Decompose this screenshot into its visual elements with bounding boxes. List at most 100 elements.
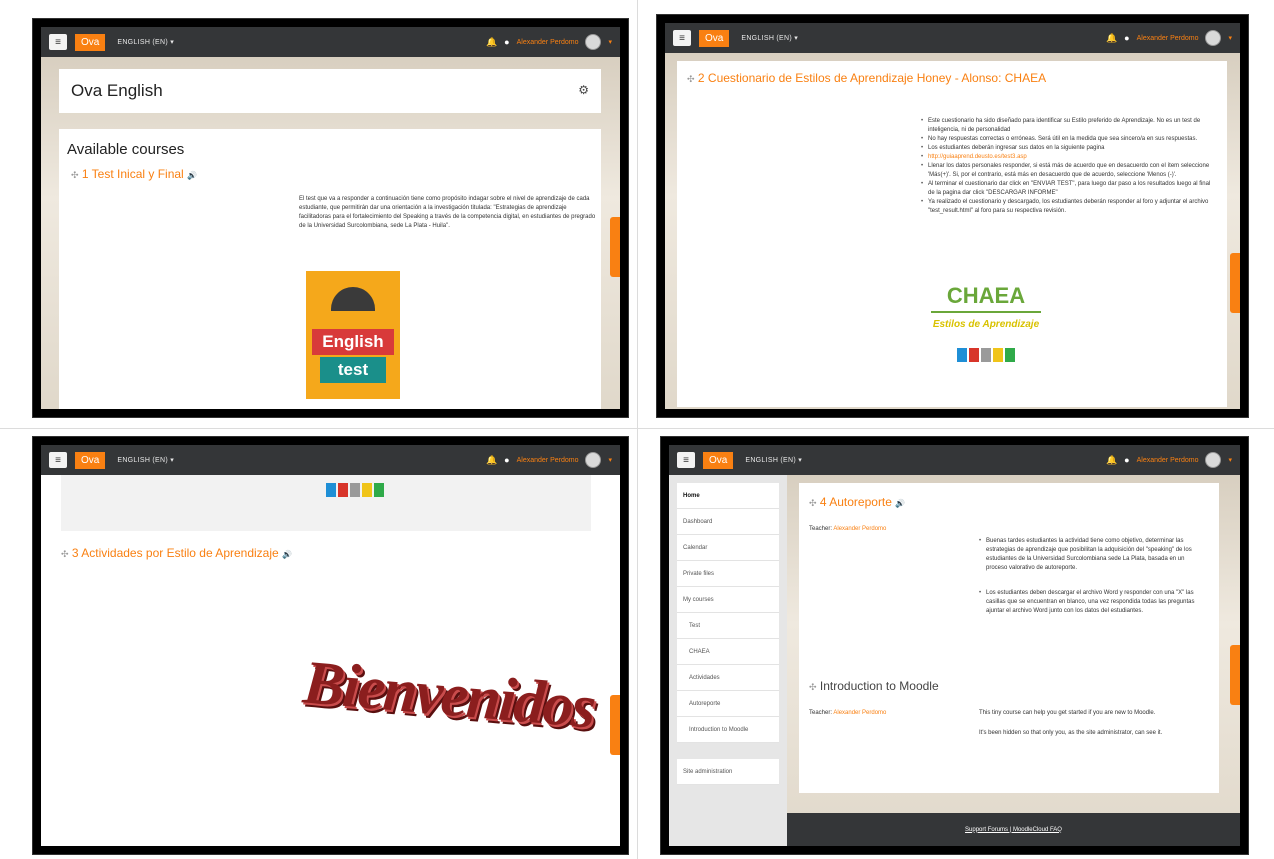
main-content: ✣ 4 Autoreporte 🔊 Teacher: Alexander Per… bbox=[799, 483, 1219, 793]
menu-toggle-button[interactable]: ≡ bbox=[49, 452, 67, 468]
chevron-down-icon[interactable]: ▾ bbox=[1228, 456, 1232, 464]
english-test-image: English test bbox=[306, 271, 400, 399]
image-text-english: English bbox=[312, 329, 394, 355]
side-tab[interactable] bbox=[610, 695, 620, 755]
avatar[interactable] bbox=[585, 34, 602, 50]
side-tab[interactable] bbox=[610, 217, 620, 277]
chevron-down-icon[interactable]: ▾ bbox=[1228, 34, 1232, 42]
chaea-logo: CHAEA Estilos de Aprendizaje bbox=[931, 283, 1041, 362]
section-title-text: Introduction to Moodle bbox=[819, 679, 939, 693]
chevron-down-icon[interactable]: ▾ bbox=[608, 456, 612, 464]
top-navbar: ≡ Ova ENGLISH (EN) ▾ 🔔 ● Alexander Perdo… bbox=[41, 27, 620, 57]
chat-icon[interactable]: ● bbox=[504, 455, 509, 465]
nav-site-administration[interactable]: Site administration bbox=[677, 759, 779, 785]
nav-course-autoreporte[interactable]: Autoreporte bbox=[677, 691, 779, 717]
site-brand[interactable]: Ova bbox=[75, 33, 106, 51]
language-menu[interactable]: ENGLISH (EN) ▾ bbox=[741, 34, 798, 42]
nav-course-chaea[interactable]: CHAEA bbox=[677, 639, 779, 665]
section-title-text: 2 Cuestionario de Estilos de Aprendizaje… bbox=[697, 71, 1047, 85]
avatar[interactable] bbox=[1205, 30, 1222, 46]
section-title[interactable]: ✣ 2 Cuestionario de Estilos de Aprendiza… bbox=[687, 71, 1046, 85]
bell-icon[interactable]: 🔔 bbox=[486, 37, 497, 48]
language-menu[interactable]: ENGLISH (EN) ▾ bbox=[745, 456, 802, 464]
intro-text: This tiny course can help you get starte… bbox=[979, 710, 1156, 716]
page-title: Ova English bbox=[71, 81, 163, 100]
teacher-line: Teacher: Alexander Perdomo bbox=[809, 525, 886, 534]
footer: Support Forums | MoodleCloud FAQ bbox=[787, 813, 1240, 846]
main-content: ✣ 2 Cuestionario de Estilos de Aprendiza… bbox=[677, 61, 1227, 407]
screen: ≡ Ova ENGLISH (EN) ▾ 🔔 ● Alexander Perdo… bbox=[41, 445, 620, 846]
top-navbar: ≡ Ova ENGLISH (EN) ▾ 🔔 ● Alexander Perdo… bbox=[41, 445, 620, 475]
user-name[interactable]: Alexander Perdomo bbox=[1137, 35, 1199, 42]
instructions-list: Este cuestionario ha sido diseñado para … bbox=[921, 117, 1211, 216]
logo-subtitle: Estilos de Aprendizaje bbox=[932, 319, 1040, 330]
admin-block: Site administration bbox=[677, 759, 779, 785]
image-text-test: test bbox=[320, 357, 386, 383]
bell-icon[interactable]: 🔔 bbox=[1106, 455, 1117, 466]
user-name[interactable]: Alexander Perdomo bbox=[517, 39, 579, 46]
language-label: ENGLISH (EN) bbox=[117, 39, 169, 46]
move-icon[interactable]: ✣ bbox=[71, 170, 79, 180]
move-icon[interactable]: ✣ bbox=[687, 74, 695, 84]
divider bbox=[0, 428, 1274, 429]
section-title[interactable]: ✣ Introduction to Moodle bbox=[809, 679, 939, 693]
nav-dashboard[interactable]: Dashboard bbox=[677, 509, 779, 535]
section-title[interactable]: ✣ 1 Test Inical y Final 🔊 bbox=[71, 167, 197, 181]
section-title-text: 1 Test Inical y Final bbox=[81, 167, 184, 181]
section-title-text: 4 Autoreporte bbox=[819, 495, 892, 509]
footer-links[interactable]: Support Forums | MoodleCloud FAQ bbox=[965, 827, 1062, 833]
panel-chaea: ≡ Ova ENGLISH (EN) ▾ 🔔 ● Alexander Perdo… bbox=[657, 15, 1248, 417]
move-icon[interactable]: ✣ bbox=[809, 498, 817, 508]
chat-icon[interactable]: ● bbox=[504, 37, 509, 47]
move-icon[interactable]: ✣ bbox=[61, 549, 69, 559]
chevron-down-icon: ▾ bbox=[170, 39, 175, 46]
side-tab[interactable] bbox=[1230, 253, 1240, 313]
gear-icon[interactable]: ⚙ bbox=[578, 83, 589, 97]
site-brand[interactable]: Ova bbox=[703, 451, 734, 469]
site-brand[interactable]: Ova bbox=[699, 29, 730, 47]
chat-icon[interactable]: ● bbox=[1124, 33, 1129, 43]
nav-home[interactable]: Home bbox=[677, 483, 779, 509]
menu-toggle-button[interactable]: ≡ bbox=[49, 34, 67, 50]
list-item: Este cuestionario ha sido diseñado para … bbox=[921, 117, 1211, 135]
speaker-icon: 🔊 bbox=[282, 550, 292, 559]
available-courses-heading: Available courses bbox=[67, 141, 185, 158]
menu-toggle-button[interactable]: ≡ bbox=[677, 452, 695, 468]
chevron-down-icon[interactable]: ▾ bbox=[608, 38, 612, 46]
nav-private-files[interactable]: Private files bbox=[677, 561, 779, 587]
nav-course-test[interactable]: Test bbox=[677, 613, 779, 639]
bell-icon[interactable]: 🔔 bbox=[486, 455, 497, 466]
teacher-link[interactable]: Alexander Perdomo bbox=[833, 710, 886, 716]
user-name[interactable]: Alexander Perdomo bbox=[517, 457, 579, 464]
teacher-link[interactable]: Alexander Perdomo bbox=[833, 526, 886, 532]
bell-icon[interactable]: 🔔 bbox=[1106, 33, 1117, 44]
move-icon[interactable]: ✣ bbox=[809, 682, 817, 692]
avatar[interactable] bbox=[585, 452, 602, 468]
nav-my-courses[interactable]: My courses bbox=[677, 587, 779, 613]
section-title[interactable]: ✣ 4 Autoreporte 🔊 bbox=[809, 495, 905, 509]
user-name[interactable]: Alexander Perdomo bbox=[1137, 457, 1199, 464]
top-navbar: ≡ Ova ENGLISH (EN) ▾ 🔔 ● Alexander Perdo… bbox=[665, 23, 1240, 53]
nav-calendar[interactable]: Calendar bbox=[677, 535, 779, 561]
chat-icon[interactable]: ● bbox=[1124, 455, 1129, 465]
language-menu[interactable]: ENGLISH (EN) ▾ bbox=[117, 456, 174, 464]
nav-course-actividades[interactable]: Actividades bbox=[677, 665, 779, 691]
language-label: ENGLISH (EN) bbox=[741, 35, 793, 42]
language-menu[interactable]: ENGLISH (EN) ▾ bbox=[117, 38, 174, 46]
site-brand[interactable]: Ova bbox=[75, 451, 106, 469]
menu-toggle-button[interactable]: ≡ bbox=[673, 30, 691, 46]
test-link[interactable]: http://guiaaprend.deusto.es/test3.asp bbox=[921, 153, 1211, 162]
list-item: Buenas tardes estudiantes la actividad t… bbox=[979, 537, 1204, 573]
section-title-text: 3 Actividades por Estilo de Aprendizaje bbox=[71, 546, 279, 560]
nav-course-intro-moodle[interactable]: Introduction to Moodle bbox=[677, 717, 779, 743]
screenshot-collage: ≡ Ova ENGLISH (EN) ▾ 🔔 ● Alexander Perdo… bbox=[0, 0, 1274, 859]
screen: ≡ Ova ENGLISH (EN) ▾ 🔔 ● Alexander Perdo… bbox=[669, 445, 1240, 846]
divider bbox=[637, 0, 638, 859]
section-title[interactable]: ✣ 3 Actividades por Estilo de Aprendizaj… bbox=[61, 546, 292, 560]
avatar[interactable] bbox=[1205, 452, 1222, 468]
page-header: Ova English ⚙ bbox=[59, 69, 601, 113]
chevron-down-icon: ▾ bbox=[798, 457, 803, 464]
gauge-icon bbox=[331, 287, 375, 311]
list-item: Ya realizado el cuestionario y descargad… bbox=[921, 198, 1211, 216]
side-tab[interactable] bbox=[1230, 645, 1240, 705]
